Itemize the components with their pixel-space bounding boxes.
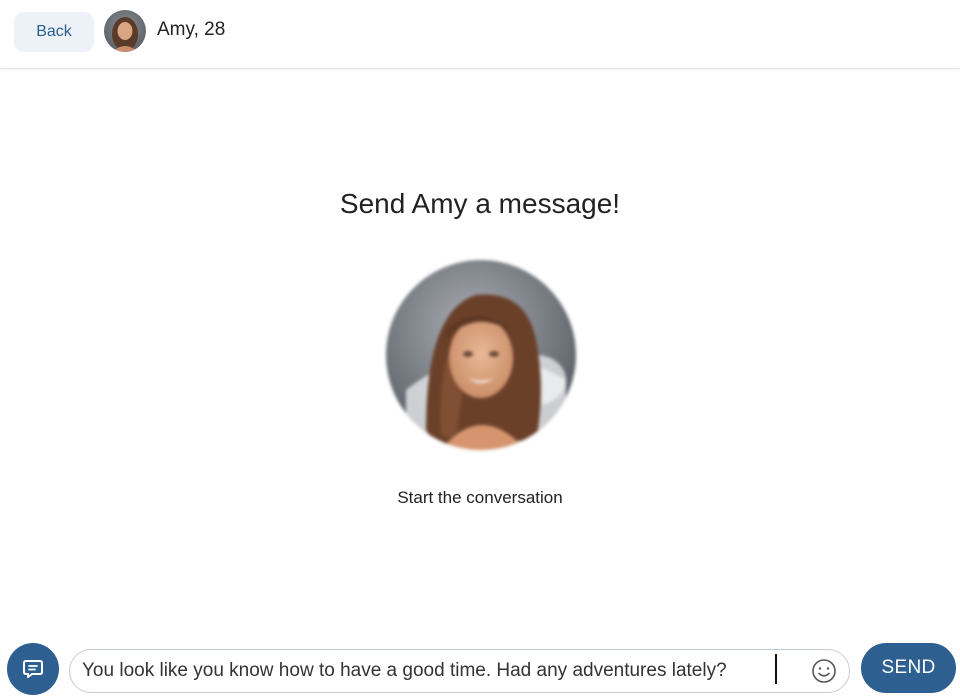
message-input-container[interactable] [69, 649, 850, 693]
smiley-icon [812, 659, 836, 683]
chat-header: Back Amy, 28 [0, 0, 960, 69]
profile-photo[interactable] [386, 260, 576, 450]
start-conversation-text: Start the conversation [397, 488, 563, 507]
match-name-age[interactable]: Amy, 28 [157, 19, 225, 41]
emoji-button[interactable] [811, 658, 837, 684]
avatar-image [104, 10, 146, 52]
chat-menu-button[interactable] [7, 643, 59, 695]
avatar[interactable] [104, 10, 146, 52]
message-input[interactable] [82, 650, 782, 692]
send-button[interactable]: SEND [861, 643, 956, 693]
chat-page: Back Amy, 28 Send Amy a message! Start t… [0, 0, 960, 700]
profile-photo-image [386, 260, 576, 450]
page-title: Send Amy a message! [339, 188, 621, 219]
chat-bubble-icon [23, 660, 43, 678]
back-button[interactable]: Back [14, 12, 94, 52]
text-caret [775, 654, 777, 684]
